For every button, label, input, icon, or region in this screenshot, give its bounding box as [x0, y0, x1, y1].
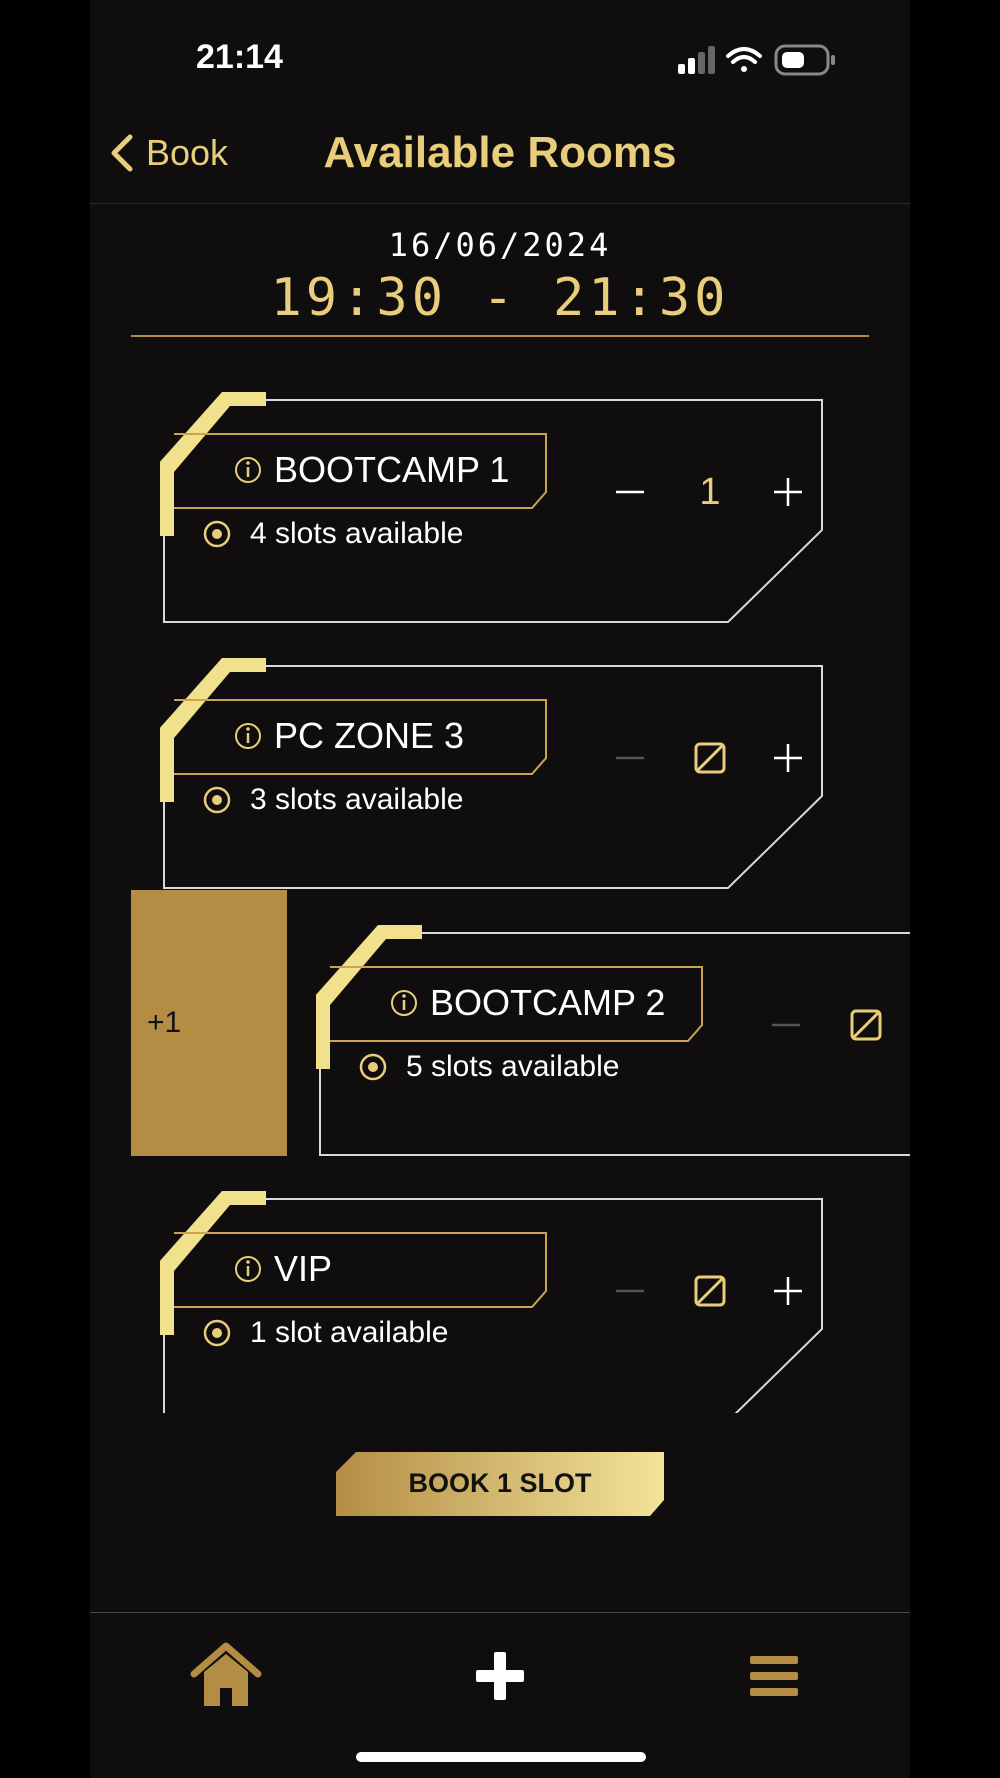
radio-dot-icon: [203, 520, 231, 548]
divider: [131, 335, 869, 337]
plus-icon[interactable]: [758, 728, 818, 788]
empty-quantity-icon: [850, 1009, 882, 1041]
wifi-icon: [726, 47, 762, 72]
nav-divider: [90, 203, 910, 204]
add-one-swipe-action[interactable]: +1: [131, 890, 287, 1156]
slots-available: 1 slot available: [202, 1316, 448, 1350]
info-icon[interactable]: [234, 1255, 262, 1283]
slots-text: 3 slots available: [250, 783, 464, 816]
status-time: 21:14: [196, 38, 283, 76]
booking-date: 16/06/2024: [388, 226, 612, 264]
quantity-stepper[interactable]: 1: [600, 462, 820, 522]
slots-available: 3 slots available: [202, 783, 463, 817]
info-icon[interactable]: [234, 722, 262, 750]
slots-text: 4 slots available: [250, 517, 464, 550]
empty-quantity-icon: [694, 1275, 726, 1307]
quantity-stepper[interactable]: [756, 995, 910, 1055]
room-name-label: VIP: [204, 1234, 579, 1304]
signal-icon: [678, 46, 715, 74]
room-name: BOOTCAMP 2: [430, 982, 666, 1023]
tab-home[interactable]: [186, 1636, 266, 1716]
slots-available: 4 slots available: [202, 517, 463, 551]
home-indicator: [356, 1752, 646, 1762]
radio-dot-icon: [359, 1053, 387, 1081]
room-name-label: BOOTCAMP 1: [204, 435, 579, 505]
room-name: BOOTCAMP 1: [274, 449, 510, 490]
quantity-stepper[interactable]: [600, 728, 820, 788]
info-icon[interactable]: [234, 456, 262, 484]
minus-icon[interactable]: [600, 728, 660, 788]
quantity-stepper[interactable]: [600, 1261, 820, 1321]
slots-available: 5 slots available: [358, 1050, 619, 1084]
minus-icon[interactable]: [756, 995, 816, 1055]
room-card[interactable]: BOOTCAMP 2 5 slots available: [316, 925, 910, 1156]
book-button-label: BOOK 1 SLOT: [408, 1468, 592, 1498]
plus-icon[interactable]: [758, 1261, 818, 1321]
room-name: VIP: [274, 1248, 333, 1289]
menu-icon: [750, 1656, 798, 1696]
info-icon[interactable]: [390, 989, 418, 1017]
phone-screen: 21:14 Book Available Rooms 16/06/2024 19…: [90, 0, 910, 1778]
radio-dot-icon: [203, 786, 231, 814]
plus-icon[interactable]: [758, 462, 818, 522]
slots-text: 5 slots available: [406, 1050, 620, 1083]
room-name-label: BOOTCAMP 2: [360, 968, 735, 1038]
tab-add[interactable]: [460, 1636, 540, 1716]
page-title: Available Rooms: [323, 128, 677, 177]
room-card[interactable]: BOOTCAMP 1 4 slots available 1: [160, 392, 835, 623]
plus-icon: [476, 1652, 524, 1700]
book-slot-button[interactable]: BOOK 1 SLOT: [336, 1452, 664, 1516]
home-icon: [190, 1642, 262, 1706]
room-name-label: PC ZONE 3: [204, 701, 579, 771]
battery-icon: [774, 44, 835, 76]
slots-text: 1 slot available: [250, 1316, 449, 1349]
room-card[interactable]: PC ZONE 3 3 slots available: [160, 658, 835, 889]
room-name: PC ZONE 3: [274, 715, 465, 756]
room-card[interactable]: VIP 1 slot available: [160, 1191, 835, 1413]
minus-icon[interactable]: [600, 1261, 660, 1321]
empty-quantity-icon: [694, 742, 726, 774]
tab-bar-divider: [90, 1612, 910, 1613]
swipe-action-label: +1: [147, 1006, 182, 1039]
status-icons: [678, 44, 844, 85]
quantity-value: 1: [699, 471, 721, 513]
minus-icon[interactable]: [600, 462, 660, 522]
booking-time-range: 19:30 - 21:30: [270, 268, 730, 328]
tab-menu[interactable]: [734, 1636, 814, 1716]
radio-dot-icon: [203, 1319, 231, 1347]
